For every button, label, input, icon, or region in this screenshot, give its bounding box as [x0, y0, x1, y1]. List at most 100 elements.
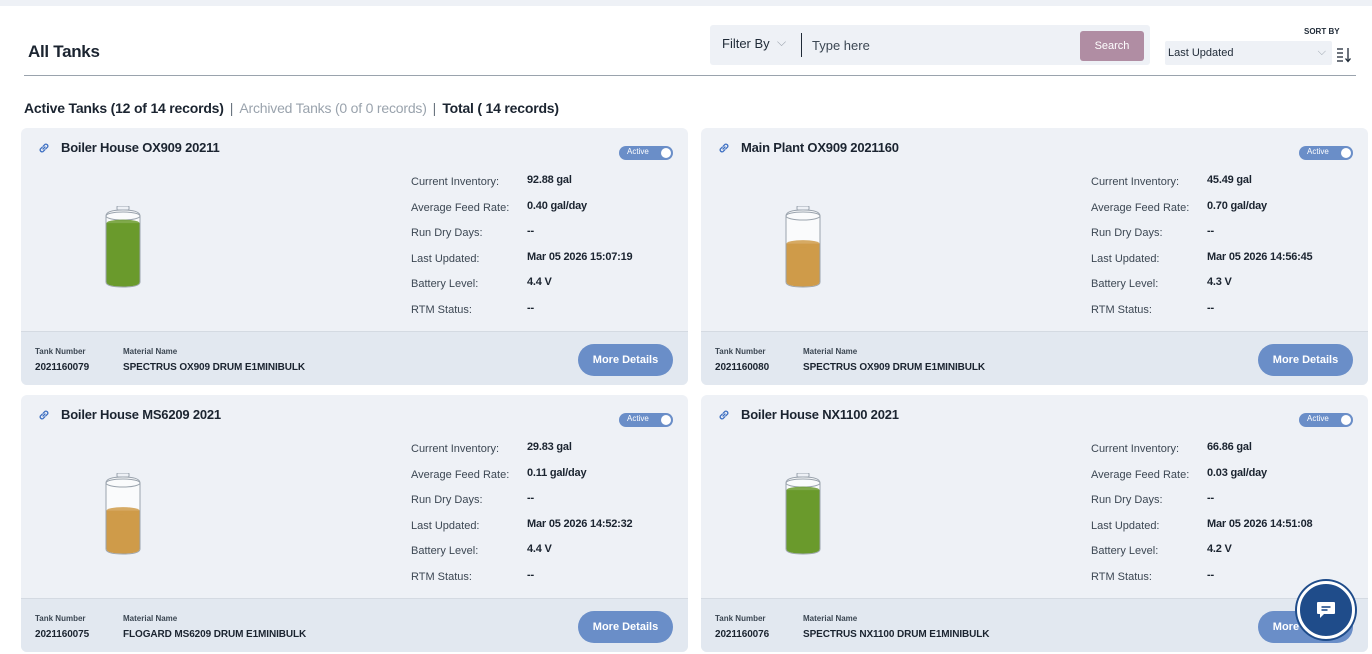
tab-separator: | [229, 100, 234, 116]
prop-value: Mar 05 2026 14:56:45 [1207, 250, 1313, 263]
filter-by-dropdown[interactable]: Filter By [722, 36, 770, 51]
tank-fill-surface [106, 219, 140, 227]
sort-order-icon[interactable] [1336, 46, 1352, 64]
chat-widget-button[interactable] [1297, 581, 1355, 639]
more-details-button[interactable]: More Details [578, 344, 673, 376]
material-name-label: Material Name [123, 347, 178, 356]
card-title-row: Boiler House MS6209 2021 [37, 407, 221, 422]
prop-label: Run Dry Days: [1091, 494, 1163, 506]
tank-number: 2021160076 [715, 629, 770, 640]
tank-number: 2021160075 [35, 629, 90, 640]
prop-label: Run Dry Days: [1091, 227, 1163, 239]
search-input[interactable] [812, 34, 1072, 56]
prop-value: -- [1207, 301, 1214, 314]
tank-fill [786, 243, 820, 287]
material-name: SPECTRUS OX909 DRUM E1MINIBULK [803, 362, 986, 373]
search-bar: Filter By ⌵ Search [710, 25, 1150, 65]
tab-total[interactable]: Total ( 14 records) [442, 100, 559, 116]
material-name: FLOGARD MS6209 DRUM E1MINIBULK [123, 629, 307, 640]
prop-value: -- [527, 492, 534, 504]
tank-fill [786, 490, 820, 554]
active-toggle[interactable]: Active [619, 413, 673, 427]
sort-by-label: SORT BY [1304, 27, 1340, 36]
material-name-label: Material Name [803, 614, 858, 623]
link-icon[interactable] [37, 141, 51, 155]
prop-value: Mar 05 2026 15:07:19 [527, 250, 633, 263]
tank-level-graphic [105, 473, 141, 555]
sort-value: Last Updated [1168, 47, 1234, 59]
tank-level-graphic [785, 473, 821, 555]
active-badge-label: Active [1307, 414, 1329, 423]
link-icon[interactable] [37, 408, 51, 422]
link-icon[interactable] [717, 408, 731, 422]
prop-label: Last Updated: [411, 252, 480, 265]
prop-value: 0.03 gal/day [1207, 466, 1267, 479]
active-badge-label: Active [627, 414, 649, 423]
tank-level-graphic [105, 206, 141, 288]
tank-number-label: Tank Number [715, 614, 766, 623]
prop-value: 4.2 V [1207, 543, 1232, 555]
material-name: SPECTRUS NX1100 DRUM E1MINIBULK [803, 629, 990, 640]
prop-label: Current Inventory: [1091, 176, 1180, 188]
prop-value: 4.3 V [1207, 276, 1232, 288]
prop-label: Average Feed Rate: [1091, 468, 1190, 481]
prop-label: Current Inventory: [411, 176, 500, 188]
chevron-down-icon[interactable]: ⌵ [777, 35, 786, 50]
more-details-button[interactable]: More Details [578, 611, 673, 643]
active-toggle[interactable]: Active [619, 146, 673, 160]
material-name-label: Material Name [123, 614, 178, 623]
active-toggle[interactable]: Active [1299, 413, 1353, 427]
tank-number: 2021160079 [35, 362, 90, 373]
tank-name[interactable]: Main Plant OX909 2021160 [741, 140, 899, 155]
prop-label: Average Feed Rate: [411, 468, 510, 481]
tank-number-label: Tank Number [35, 614, 86, 623]
prop-value: 66.86 gal [1207, 441, 1252, 453]
active-badge-label: Active [627, 147, 649, 156]
card-title-row: Boiler House OX909 20211 [37, 140, 220, 155]
prop-label: Battery Level: [1091, 545, 1159, 557]
tank-name[interactable]: Boiler House OX909 20211 [61, 140, 220, 155]
prop-value: 0.40 gal/day [527, 199, 587, 212]
tank-fill [106, 510, 140, 554]
card-footer: Tank Number 2021160076 Material Name SPE… [701, 598, 1368, 652]
tank-name[interactable]: Boiler House MS6209 2021 [61, 407, 221, 422]
prop-value: 29.83 gal [527, 441, 572, 453]
prop-value: 45.49 gal [1207, 174, 1252, 186]
record-tabs: Active Tanks (12 of 14 records) | Archived… [24, 100, 559, 116]
prop-value: -- [527, 568, 534, 581]
prop-label: Battery Level: [411, 545, 479, 557]
tank-number-label: Tank Number [715, 347, 766, 356]
prop-value: -- [1207, 568, 1214, 581]
search-button[interactable]: Search [1080, 31, 1144, 61]
tab-archived-tanks[interactable]: Archived Tanks (0 of 0 records) [239, 100, 426, 116]
tab-separator: | [432, 100, 437, 116]
prop-label: Battery Level: [1091, 278, 1159, 290]
tank-number: 2021160080 [715, 362, 770, 373]
card-title-row: Boiler House NX1100 2021 [717, 407, 899, 422]
prop-value: -- [527, 225, 534, 237]
prop-label: RTM Status: [411, 570, 472, 583]
tab-active-tanks[interactable]: Active Tanks (12 of 14 records) [24, 100, 224, 116]
card-title-row: Main Plant OX909 2021160 [717, 140, 899, 155]
prop-value: -- [1207, 492, 1214, 504]
prop-label: RTM Status: [1091, 303, 1152, 316]
tank-number-label: Tank Number [35, 347, 86, 356]
prop-label: Average Feed Rate: [1091, 201, 1190, 214]
toggle-knob [661, 415, 671, 425]
toggle-knob [1341, 148, 1351, 158]
prop-value: 4.4 V [527, 276, 552, 288]
tank-fill-surface [106, 507, 140, 515]
more-details-button[interactable]: More Details [1258, 344, 1353, 376]
chevron-down-icon: ⌵ [1317, 46, 1326, 58]
material-name-label: Material Name [803, 347, 858, 356]
prop-label: Last Updated: [1091, 519, 1160, 532]
link-icon[interactable] [717, 141, 731, 155]
tank-name[interactable]: Boiler House NX1100 2021 [741, 407, 899, 422]
prop-value: Mar 05 2026 14:52:32 [527, 517, 633, 530]
active-toggle[interactable]: Active [1299, 146, 1353, 160]
page-header: All Tanks Filter By ⌵ Search SORT BY Las… [24, 22, 1356, 76]
sort-select[interactable]: Last Updated ⌵ [1165, 41, 1332, 65]
prop-value: 92.88 gal [527, 174, 572, 186]
tank-card: Main Plant OX909 2021160 Active Current … [701, 128, 1368, 385]
card-footer: Tank Number 2021160079 Material Name SPE… [21, 331, 688, 385]
